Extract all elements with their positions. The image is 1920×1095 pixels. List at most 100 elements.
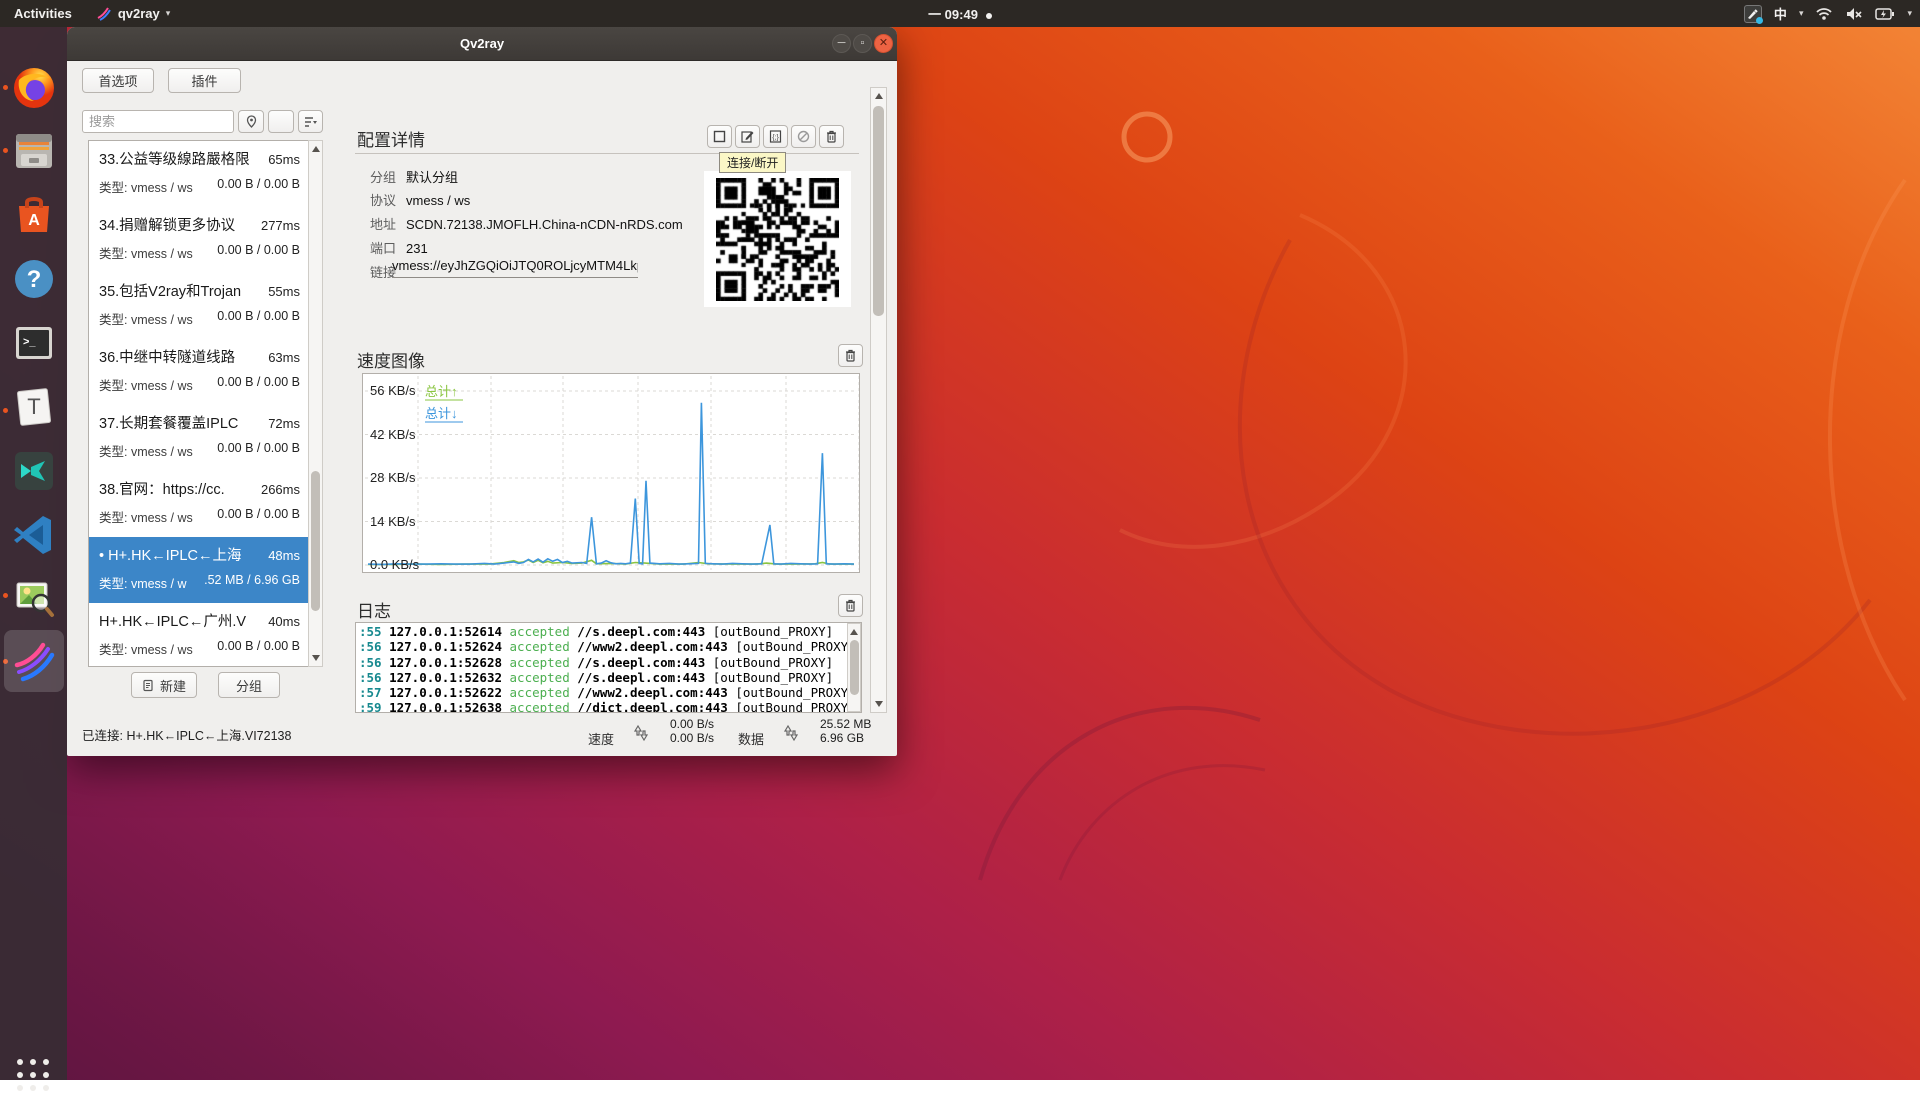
terminal-icon: >_ [11, 320, 57, 366]
maximize-button[interactable]: ▫ [853, 34, 872, 53]
scrollbar-thumb[interactable] [850, 640, 859, 695]
qr-code [704, 171, 851, 307]
server-list-item[interactable]: H+.HK←IPLC←广州.V40ms 类型: vmess / ws0.00 B… [89, 603, 308, 667]
server-type: 类型: vmess / ws [99, 177, 193, 196]
scrollbar-thumb[interactable] [873, 106, 884, 316]
log-line: :56 127.0.0.1:52632 accepted //s.deepl.c… [359, 670, 861, 685]
dock: A ? >_ T [0, 27, 67, 1080]
vscode-icon [11, 512, 57, 558]
speed-chart-plot: 总计↑总计↓ [363, 374, 859, 572]
y-axis-tick: 56 KB/s [370, 383, 416, 398]
dock-help[interactable]: ? [11, 256, 57, 302]
text-editor-icon: T [11, 384, 57, 430]
help-icon: ? [11, 256, 57, 302]
activities-button[interactable]: Activities [0, 0, 86, 27]
proxy-tool-icon [11, 448, 57, 494]
json-icon: {;} [768, 129, 783, 144]
dock-firefox[interactable] [11, 65, 57, 111]
dock-text-editor[interactable]: T [11, 384, 57, 430]
chevron-down-icon: ▾ [1799, 8, 1804, 19]
speed-down-value: 0.00 B/s [670, 731, 714, 745]
log-scrollbar[interactable] [847, 623, 861, 712]
server-latency: 266ms [261, 482, 300, 497]
server-data-usage: 0.00 B / 0.00 B [217, 441, 300, 460]
share-link-field[interactable]: vmess://eyJhZGQiOiJTQ0ROLjcyMTM4LkpNT0ZM… [392, 258, 638, 278]
svg-text:{;}: {;} [772, 135, 779, 142]
server-list-item[interactable]: 37.长期套餐覆盖IPLC72ms 类型: vmess / ws0.00 B /… [89, 405, 308, 471]
data-values: 25.52 MB 6.96 GB [820, 717, 871, 745]
server-list-item[interactable]: 34.捐赠解锁更多协议277ms 类型: vmess / ws0.00 B / … [89, 207, 308, 273]
server-list-item[interactable]: 36.中继中转隧道线路63ms 类型: vmess / ws0.00 B / 0… [89, 339, 308, 405]
server-latency: 65ms [268, 152, 300, 167]
unavailable-button[interactable] [791, 125, 816, 148]
app-menu-button[interactable]: qv2ray ▾ [86, 6, 180, 22]
svg-text:总计↓: 总计↓ [425, 406, 458, 421]
edit-config-button[interactable] [735, 125, 760, 148]
system-tray[interactable]: 中 ▾ ▾ [1744, 0, 1912, 27]
connect-disconnect-button[interactable] [707, 125, 732, 148]
edit-icon [740, 129, 755, 144]
notification-dot [986, 13, 992, 19]
server-list-item[interactable]: 38.官网：https://cc.266ms 类型: vmess / ws0.0… [89, 471, 308, 537]
running-indicator [3, 593, 8, 598]
server-type: 类型: vmess / ws [99, 639, 193, 658]
speed-graph-title: 速度图像 [357, 347, 425, 372]
dock-image-viewer[interactable] [11, 575, 57, 621]
scroll-up-icon[interactable] [312, 146, 320, 152]
log-line: :56 127.0.0.1:52628 accepted //s.deepl.c… [359, 655, 861, 670]
server-list-item[interactable]: • H+.HK←IPLC←上海48ms 类型: vmess / w.52 MB … [89, 537, 308, 603]
server-data-usage: 0.00 B / 0.00 B [217, 243, 300, 262]
dock-ubuntu-software[interactable]: A [11, 192, 57, 238]
delete-config-button[interactable] [819, 125, 844, 148]
input-method-indicator[interactable]: 中 [1774, 4, 1787, 23]
dock-file-cabinet[interactable] [11, 128, 57, 174]
show-apps-button[interactable] [13, 1055, 53, 1095]
clear-graph-button[interactable] [838, 344, 863, 367]
scroll-up-icon[interactable] [875, 93, 883, 99]
edit-json-button[interactable]: {;} [763, 125, 788, 148]
square-icon [712, 129, 727, 144]
server-type: 类型: vmess / w [99, 573, 187, 592]
server-name: 36.中继中转隧道线路 [99, 346, 235, 367]
log-view[interactable]: :55 127.0.0.1:52614 accepted //s.deepl.c… [355, 622, 862, 713]
trash-icon [843, 348, 858, 363]
minimize-button[interactable]: ─ [832, 34, 851, 53]
server-name: H+.HK←IPLC←广州.V [99, 610, 246, 631]
tooltip: 连接/断开 [719, 152, 786, 173]
window-titlebar[interactable]: Qv2ray ─ ▫ ✕ [67, 27, 897, 61]
server-list-scrollbar[interactable] [308, 140, 323, 667]
preferences-button[interactable]: 首选项 [82, 68, 154, 93]
search-input[interactable] [82, 110, 234, 133]
server-data-usage: 0.00 B / 0.00 B [217, 177, 300, 196]
dock-qv2ray[interactable] [11, 639, 57, 685]
clock[interactable]: 一 09:49 [885, 4, 1035, 23]
scroll-down-icon[interactable] [312, 655, 320, 661]
dock-vscode[interactable] [11, 512, 57, 558]
sort-button[interactable] [298, 110, 323, 133]
new-config-button[interactable]: 新建 [131, 672, 197, 698]
plugins-button[interactable]: 插件 [168, 68, 241, 93]
server-list-item[interactable]: 35.包括V2ray和Trojan55ms 类型: vmess / ws0.00… [89, 273, 308, 339]
circle-slash-icon [796, 129, 811, 144]
main-scrollbar[interactable] [870, 87, 887, 713]
server-latency: 55ms [268, 284, 300, 299]
server-data-usage: 0.00 B / 0.00 B [217, 507, 300, 526]
log-title: 日志 [357, 597, 391, 622]
server-name: 35.包括V2ray和Trojan [99, 280, 241, 301]
close-button[interactable]: ✕ [874, 34, 893, 53]
scroll-up-icon[interactable] [850, 629, 858, 635]
dock-terminal[interactable]: >_ [11, 320, 57, 366]
group-button[interactable]: 分组 [218, 672, 280, 698]
dock-proxy-tool[interactable] [11, 448, 57, 494]
server-list-item[interactable]: 33.公益等级線路嚴格限65ms 类型: vmess / ws0.00 B / … [89, 141, 308, 207]
scroll-down-icon[interactable] [875, 701, 883, 707]
blank-tool-button[interactable] [268, 110, 294, 133]
fcitx-input-icon[interactable] [1744, 5, 1762, 23]
y-axis-tick: 14 KB/s [370, 514, 416, 529]
latency-test-button[interactable] [238, 110, 264, 133]
data-updown-icon [780, 722, 802, 744]
server-name: • H+.HK←IPLC←上海 [99, 544, 241, 565]
clear-log-button[interactable] [838, 594, 863, 617]
qv2ray-icon [11, 639, 57, 685]
scrollbar-thumb[interactable] [311, 471, 320, 611]
